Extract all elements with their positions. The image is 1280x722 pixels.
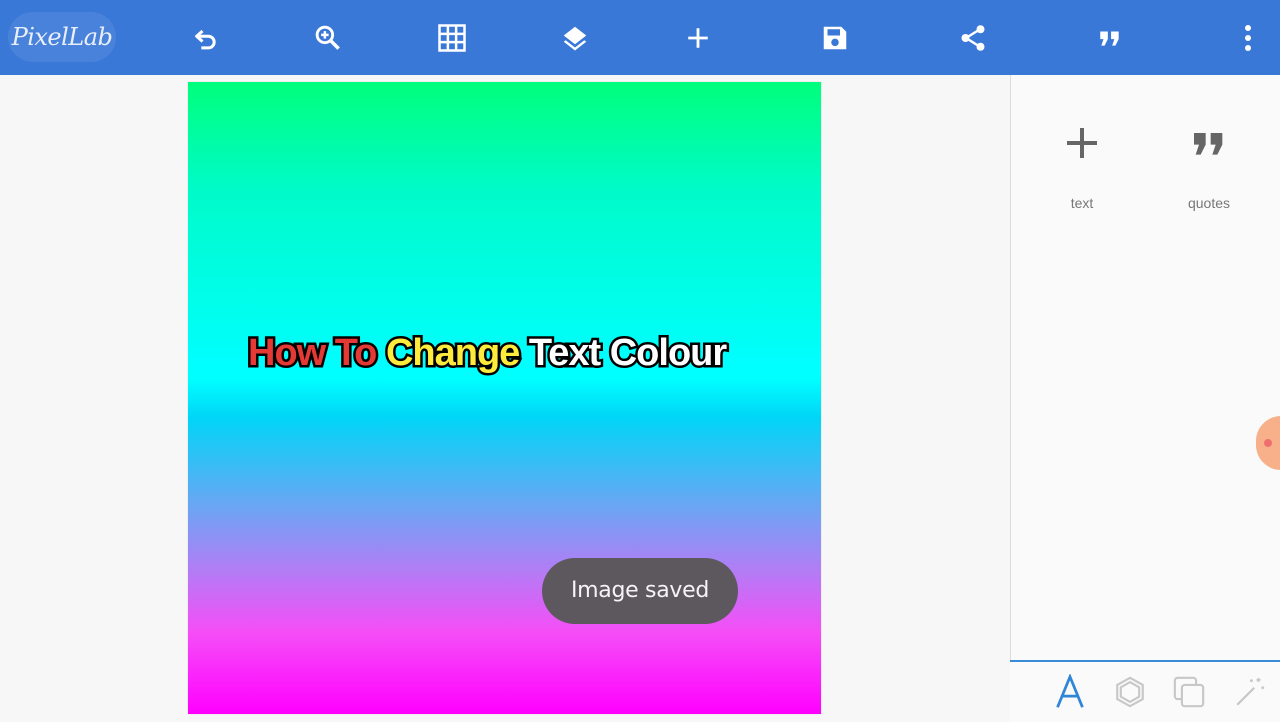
grid-icon (438, 24, 466, 52)
add-icon (688, 28, 708, 48)
more-options-button[interactable] (1228, 18, 1268, 58)
headline-word-white: Text Colour (526, 330, 729, 377)
headline-word-yellow: Change (383, 330, 522, 377)
more-vert-icon (1245, 25, 1251, 51)
headline-word-red: How To (245, 330, 379, 377)
app-logo[interactable]: PixelLab (8, 12, 116, 62)
share-icon (961, 25, 985, 51)
add-button[interactable] (678, 18, 718, 58)
undo-icon (195, 29, 216, 50)
text-icon (1056, 674, 1084, 708)
quotes-label: quotes (1187, 195, 1231, 211)
handle-dot (1264, 439, 1272, 447)
side-panel: text quotes (1010, 75, 1280, 661)
shape-icon (1116, 676, 1144, 708)
bottom-tool-bar (1010, 660, 1280, 722)
zoom-in-icon (315, 25, 340, 50)
shape-tool-button[interactable] (1110, 672, 1150, 712)
effects-icon (1236, 677, 1265, 706)
share-button[interactable] (953, 18, 993, 58)
layer-copy-tool-button[interactable] (1169, 672, 1209, 712)
top-toolbar: PixelLab (0, 0, 1280, 75)
layer-copy-icon (1173, 676, 1205, 708)
quotes-item-button[interactable]: quotes (1159, 113, 1259, 223)
text-tool-button[interactable] (1050, 672, 1090, 712)
effects-tool-button[interactable] (1230, 672, 1270, 712)
undo-button[interactable] (186, 18, 226, 58)
headline-text[interactable]: How To Change Text Colour (245, 328, 768, 378)
quote-icon (1100, 31, 1119, 46)
design-canvas[interactable]: How To Change Text Colour (188, 82, 821, 714)
zoom-button[interactable] (308, 18, 348, 58)
save-icon (823, 26, 847, 50)
layers-icon (563, 26, 587, 51)
grid-button[interactable] (432, 18, 472, 58)
layers-button[interactable] (555, 18, 595, 58)
add-text-label: text (1070, 195, 1094, 211)
toast-message: Image saved (542, 558, 738, 624)
add-icon (1067, 128, 1097, 158)
save-button[interactable] (815, 18, 855, 58)
quotes-button[interactable] (1090, 18, 1130, 58)
add-text-button[interactable]: text (1032, 113, 1132, 223)
quote-icon (1194, 133, 1223, 155)
